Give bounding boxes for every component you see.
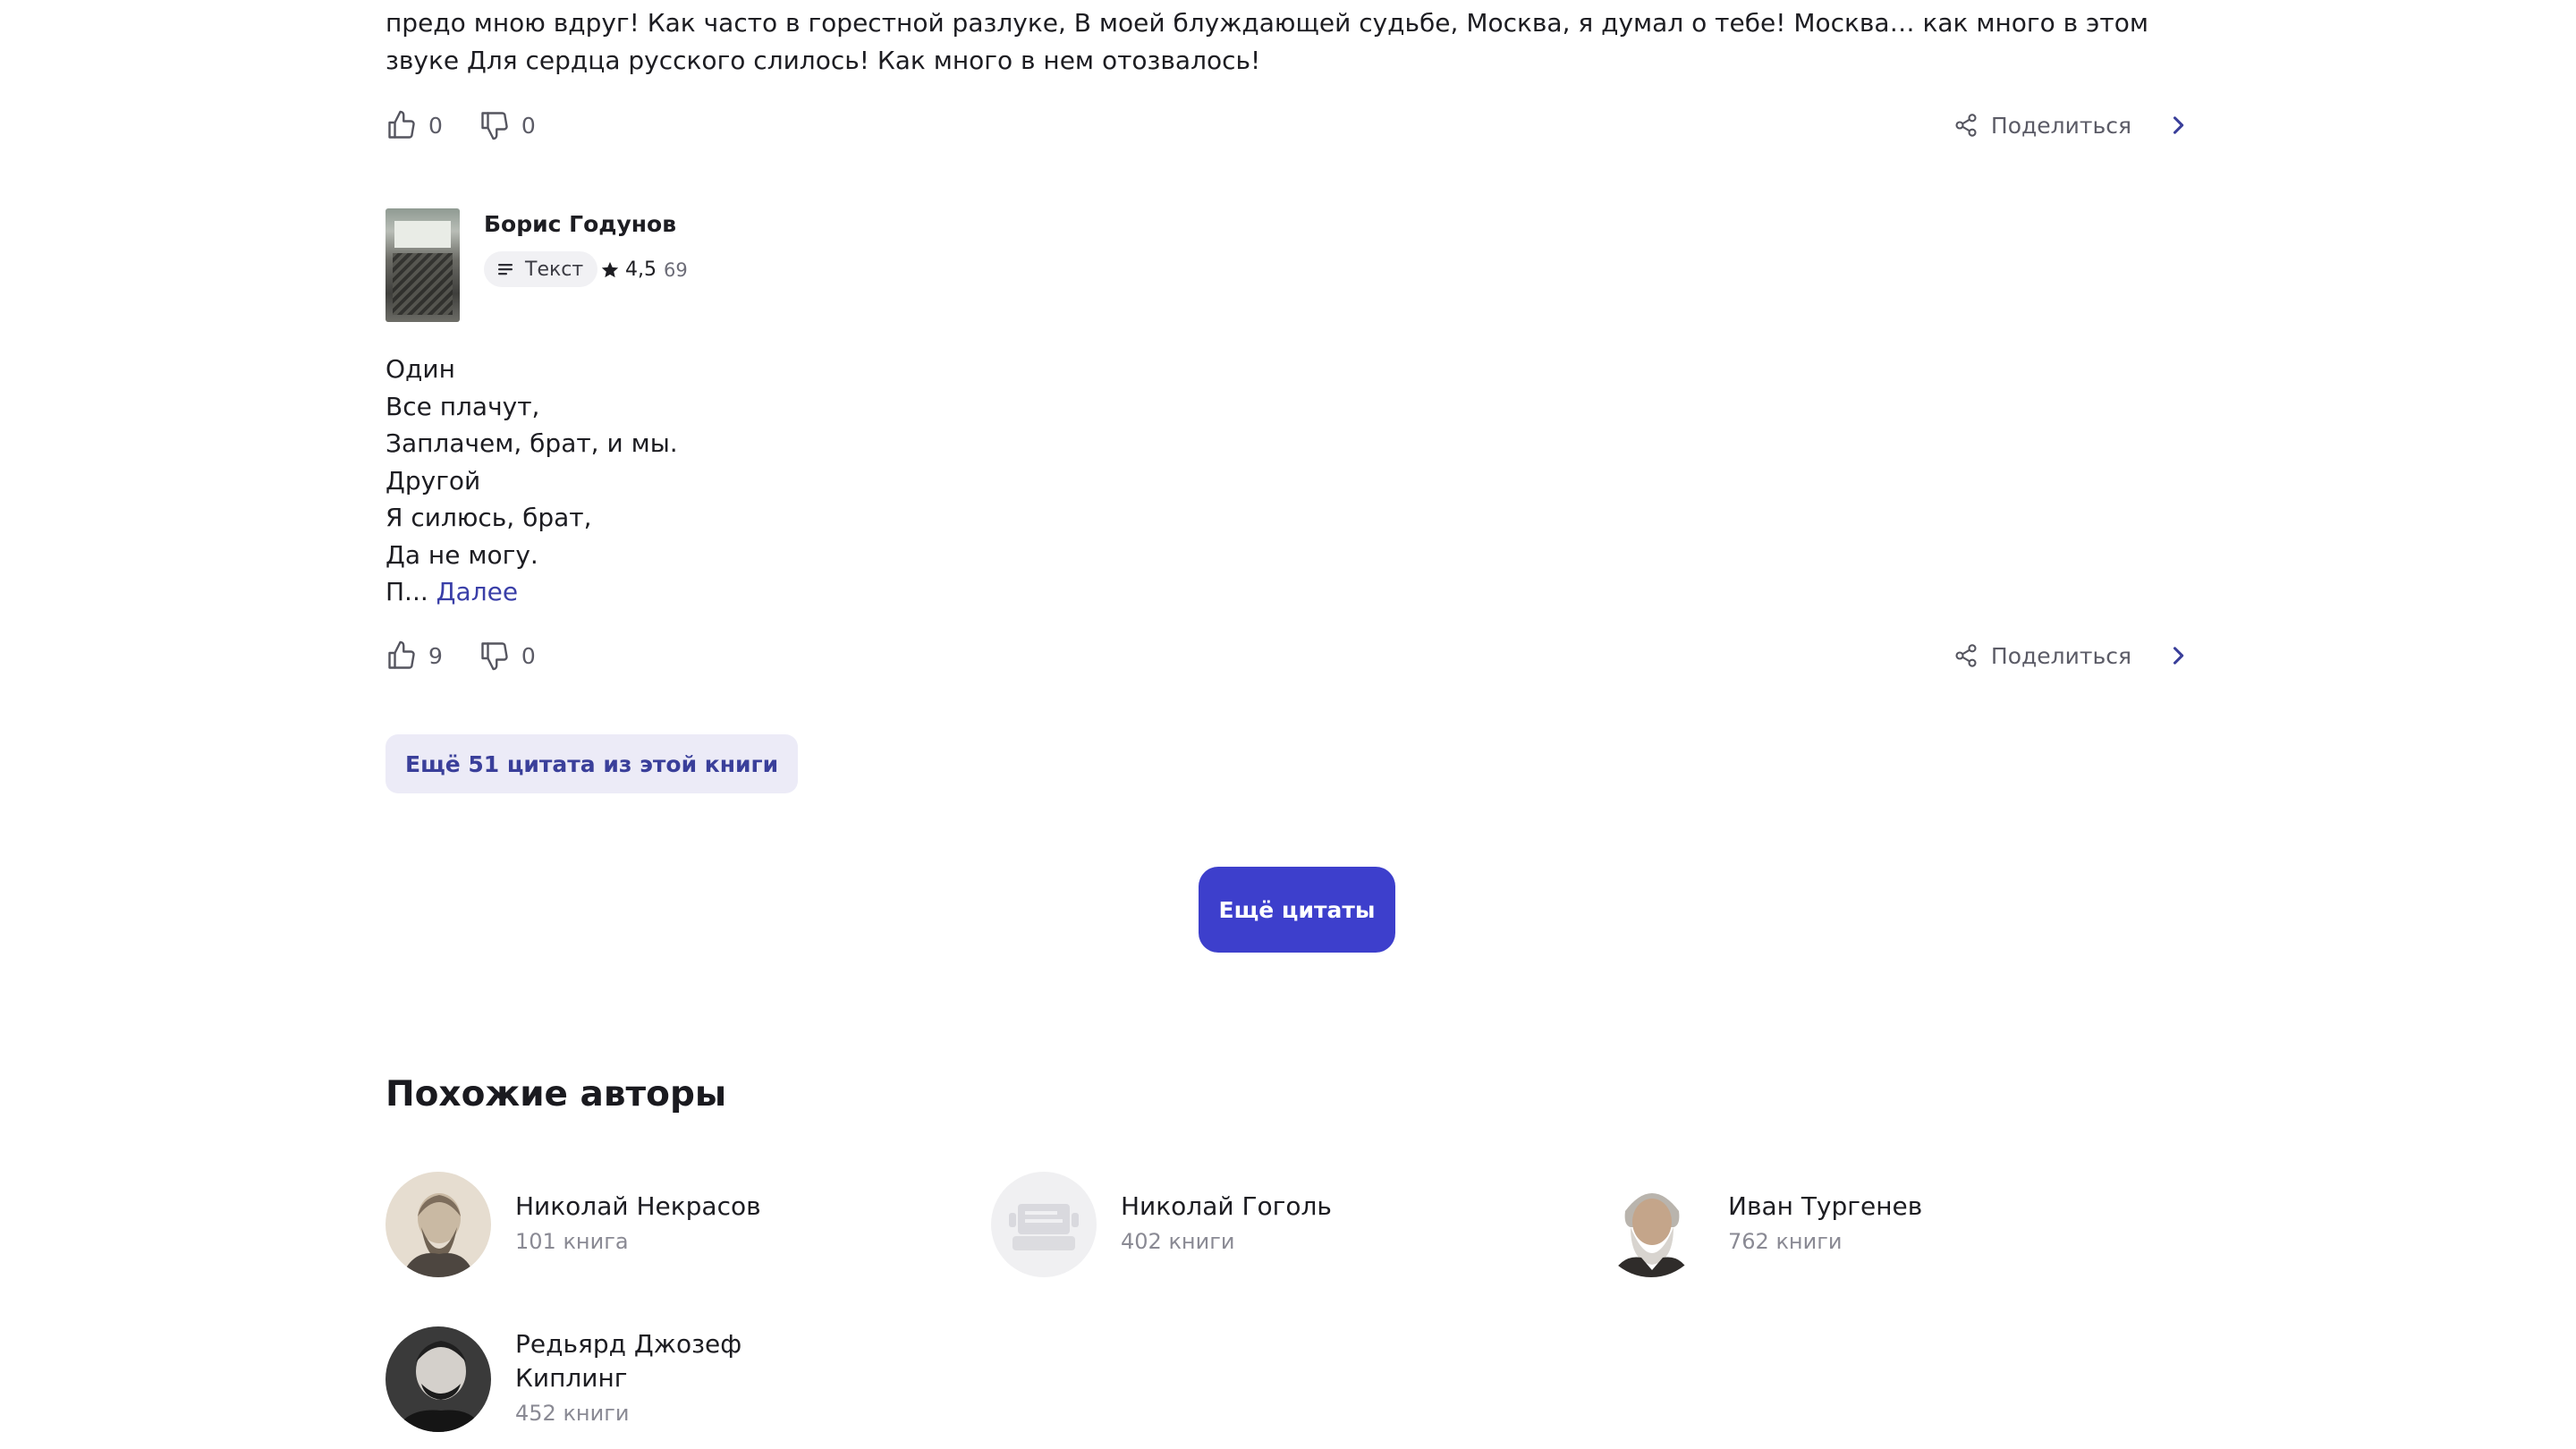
more-quotes-from-book-button[interactable]: Ещё 51 цитата из этой книги — [386, 734, 799, 793]
author-card[interactable]: Редьярд Джозеф Киплинг 452 книги — [386, 1326, 748, 1432]
cover-title-band — [394, 221, 451, 248]
poem-line: Заплачем, брат, и мы. — [386, 428, 678, 458]
author-name: Николай Некрасов — [515, 1191, 761, 1221]
like-button[interactable]: 0 — [386, 109, 443, 141]
quote-book-header: Борис Годунов Текст 4,5 69 — [386, 208, 1191, 323]
author-info: Редьярд Джозеф Киплинг 452 книги — [515, 1326, 748, 1432]
author-book-count: 402 книги — [1121, 1229, 1235, 1254]
book-title-link[interactable]: Борис Годунов — [484, 211, 676, 237]
truncated-text: П... — [386, 577, 428, 606]
share-icon — [1955, 114, 1977, 137]
quote-actions: 9 0 Поделиться — [386, 636, 2190, 675]
author-card[interactable]: Иван Тургенев 762 книги — [1598, 1172, 1922, 1277]
share-button[interactable]: Поделиться — [1953, 643, 2131, 669]
share-label: Поделиться — [1990, 642, 2131, 669]
chevron-right-icon[interactable] — [2165, 643, 2190, 668]
share-button[interactable]: Поделиться — [1953, 113, 2131, 139]
rating-value: 4,5 — [625, 258, 657, 281]
author-card[interactable]: Николай Гоголь 402 книги — [991, 1172, 1332, 1277]
poem-line: Все плачут, — [386, 391, 540, 421]
quote-text: Один Все плачут, Заплачем, брат, и мы. Д… — [386, 351, 678, 611]
author-book-count: 452 книги — [515, 1401, 630, 1426]
author-book-count: 762 книги — [1728, 1229, 1843, 1254]
like-count: 9 — [428, 642, 443, 669]
like-count: 0 — [428, 112, 443, 139]
dislike-count: 0 — [521, 642, 536, 669]
author-info: Николай Гоголь 402 книги — [1121, 1172, 1332, 1277]
poem-line: Другой — [386, 465, 481, 496]
like-button[interactable]: 9 — [386, 640, 443, 672]
text-lines-icon — [498, 264, 513, 275]
similar-authors-title: Похожие авторы — [386, 1074, 727, 1114]
thumbs-down-icon — [481, 112, 508, 140]
author-avatar — [1598, 1172, 1704, 1277]
author-avatar — [386, 1326, 491, 1432]
book-cover[interactable] — [386, 208, 460, 322]
poem-line: Да не могу. — [386, 539, 538, 570]
thumbs-up-icon — [388, 640, 415, 669]
dislike-button[interactable]: 0 — [479, 109, 536, 141]
author-info: Николай Некрасов 101 книга — [515, 1172, 761, 1277]
author-avatar — [386, 1172, 491, 1277]
dislike-count: 0 — [521, 112, 536, 139]
quote-actions: 0 0 Поделиться — [386, 106, 2190, 145]
format-badge: Текст — [484, 251, 598, 287]
author-avatar-placeholder — [991, 1172, 1097, 1277]
format-badge-label: Текст — [525, 258, 584, 281]
poem-line-truncated: П... Далее — [386, 573, 678, 611]
book-rating: 4,5 69 — [600, 258, 688, 281]
share-label: Поделиться — [1990, 112, 2131, 139]
thumbs-down-icon — [481, 642, 508, 671]
poem-line: Я силюсь, брат, — [386, 503, 592, 532]
thumbs-up-icon — [388, 110, 415, 139]
author-name: Николай Гоголь — [1121, 1191, 1332, 1221]
cover-illustration — [393, 253, 453, 315]
poem-line: Один — [386, 354, 455, 384]
read-more-link[interactable]: Далее — [436, 577, 518, 606]
rating-votes: 69 — [664, 258, 688, 281]
chevron-right-icon[interactable] — [2165, 113, 2190, 138]
author-book-count: 101 книга — [515, 1229, 629, 1254]
author-card[interactable]: Николай Некрасов 101 книга — [386, 1172, 761, 1277]
author-name: Иван Тургенев — [1728, 1191, 1923, 1221]
more-quotes-button[interactable]: Ещё цитаты — [1199, 867, 1395, 953]
share-icon — [1955, 644, 1977, 667]
dislike-button[interactable]: 0 — [479, 640, 536, 672]
author-info: Иван Тургенев 762 книги — [1728, 1172, 1922, 1277]
quote-text: предо мною вдруг! Как часто в горестной … — [386, 8, 2148, 75]
author-name: Редьярд Джозеф Киплинг — [515, 1329, 742, 1393]
star-icon — [601, 261, 619, 277]
